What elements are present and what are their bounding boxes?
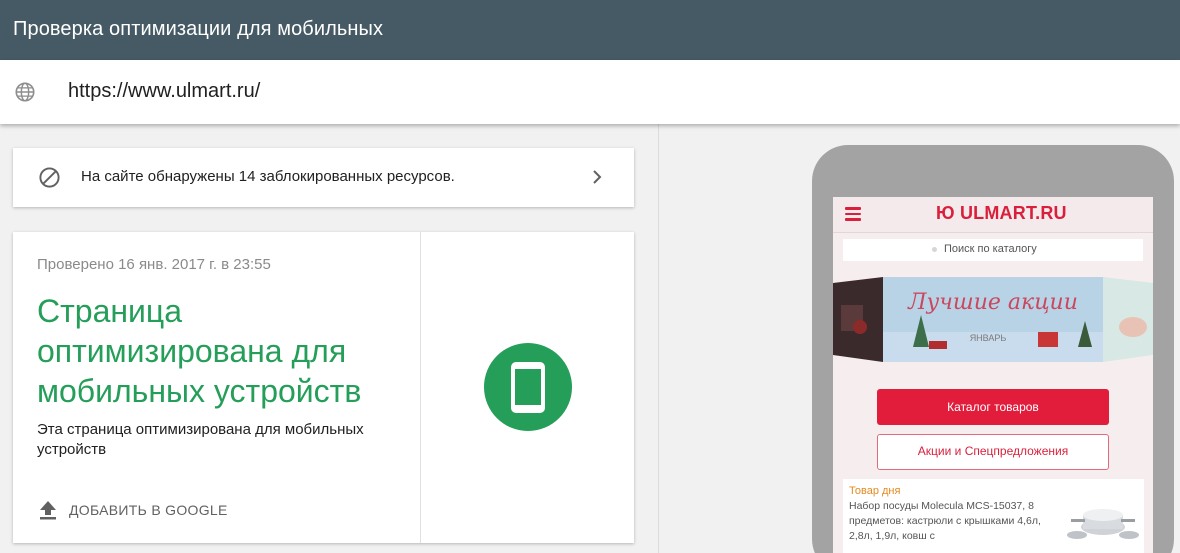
result-details: Проверено 16 янв. 2017 г. в 23:55 Страни…: [13, 232, 421, 543]
site-search-placeholder: Поиск по каталогу: [944, 243, 1037, 255]
add-to-google-label: ДОБАВИТЬ В GOOGLE: [69, 502, 228, 518]
checked-timestamp: Проверено 16 янв. 2017 г. в 23:55: [37, 256, 271, 273]
smartphone-icon: [511, 362, 545, 413]
url-bar[interactable]: https://www.ulmart.ru/: [0, 60, 1180, 124]
globe-icon: [15, 82, 35, 102]
promotions-button: Акции и Спецпредложения: [877, 434, 1109, 470]
site-search: Поиск по каталогу: [843, 239, 1143, 261]
preview-pane: Ю ULMART.RU Поиск по каталогу Лучшие акц…: [659, 124, 1180, 553]
menu-icon: [845, 207, 861, 221]
url-input[interactable]: https://www.ulmart.ru/: [68, 80, 260, 103]
result-headline: Страница оптимизирована для мобильных ус…: [37, 293, 362, 409]
banner-title: Лучшие акции: [907, 290, 1078, 315]
deal-of-day-card: Товар дня Набор посуды Molecula MCS-1503…: [843, 479, 1144, 553]
blocked-icon: [39, 167, 60, 188]
blocked-resources-message: На сайте обнаружены 14 заблокированных р…: [81, 168, 455, 185]
chevron-right-icon: [593, 170, 602, 184]
promo-banner: Лучшие акции ЯНВАРЬ: [833, 277, 1153, 362]
catalog-button: Каталог товаров: [877, 389, 1109, 425]
app-bar: Проверка оптимизации для мобильных: [0, 0, 1180, 60]
cookware-image: [1067, 509, 1139, 539]
search-icon: [932, 247, 937, 252]
banner-subtitle: ЯНВАРЬ: [970, 333, 1007, 343]
mobile-friendly-badge: [484, 343, 572, 431]
phone-frame: Ю ULMART.RU Поиск по каталогу Лучшие акц…: [812, 145, 1174, 553]
deal-title: Товар дня: [849, 485, 901, 497]
upload-icon: [40, 501, 56, 520]
result-description: Эта страница оптимизирована для мобильны…: [37, 421, 364, 458]
app-title: Проверка оптимизации для мобильных: [13, 18, 384, 40]
site-header: Ю ULMART.RU: [833, 197, 1153, 233]
deal-description: Набор посуды Molecula MCS-15037, 8 предм…: [849, 500, 1041, 542]
result-card: Проверено 16 янв. 2017 г. в 23:55 Страни…: [13, 232, 634, 543]
site-logo: Ю ULMART.RU: [936, 203, 1067, 223]
results-pane: На сайте обнаружены 14 заблокированных р…: [0, 124, 658, 553]
blocked-resources-card[interactable]: На сайте обнаружены 14 заблокированных р…: [13, 148, 634, 207]
phone-screen: Ю ULMART.RU Поиск по каталогу Лучшие акц…: [833, 197, 1153, 553]
